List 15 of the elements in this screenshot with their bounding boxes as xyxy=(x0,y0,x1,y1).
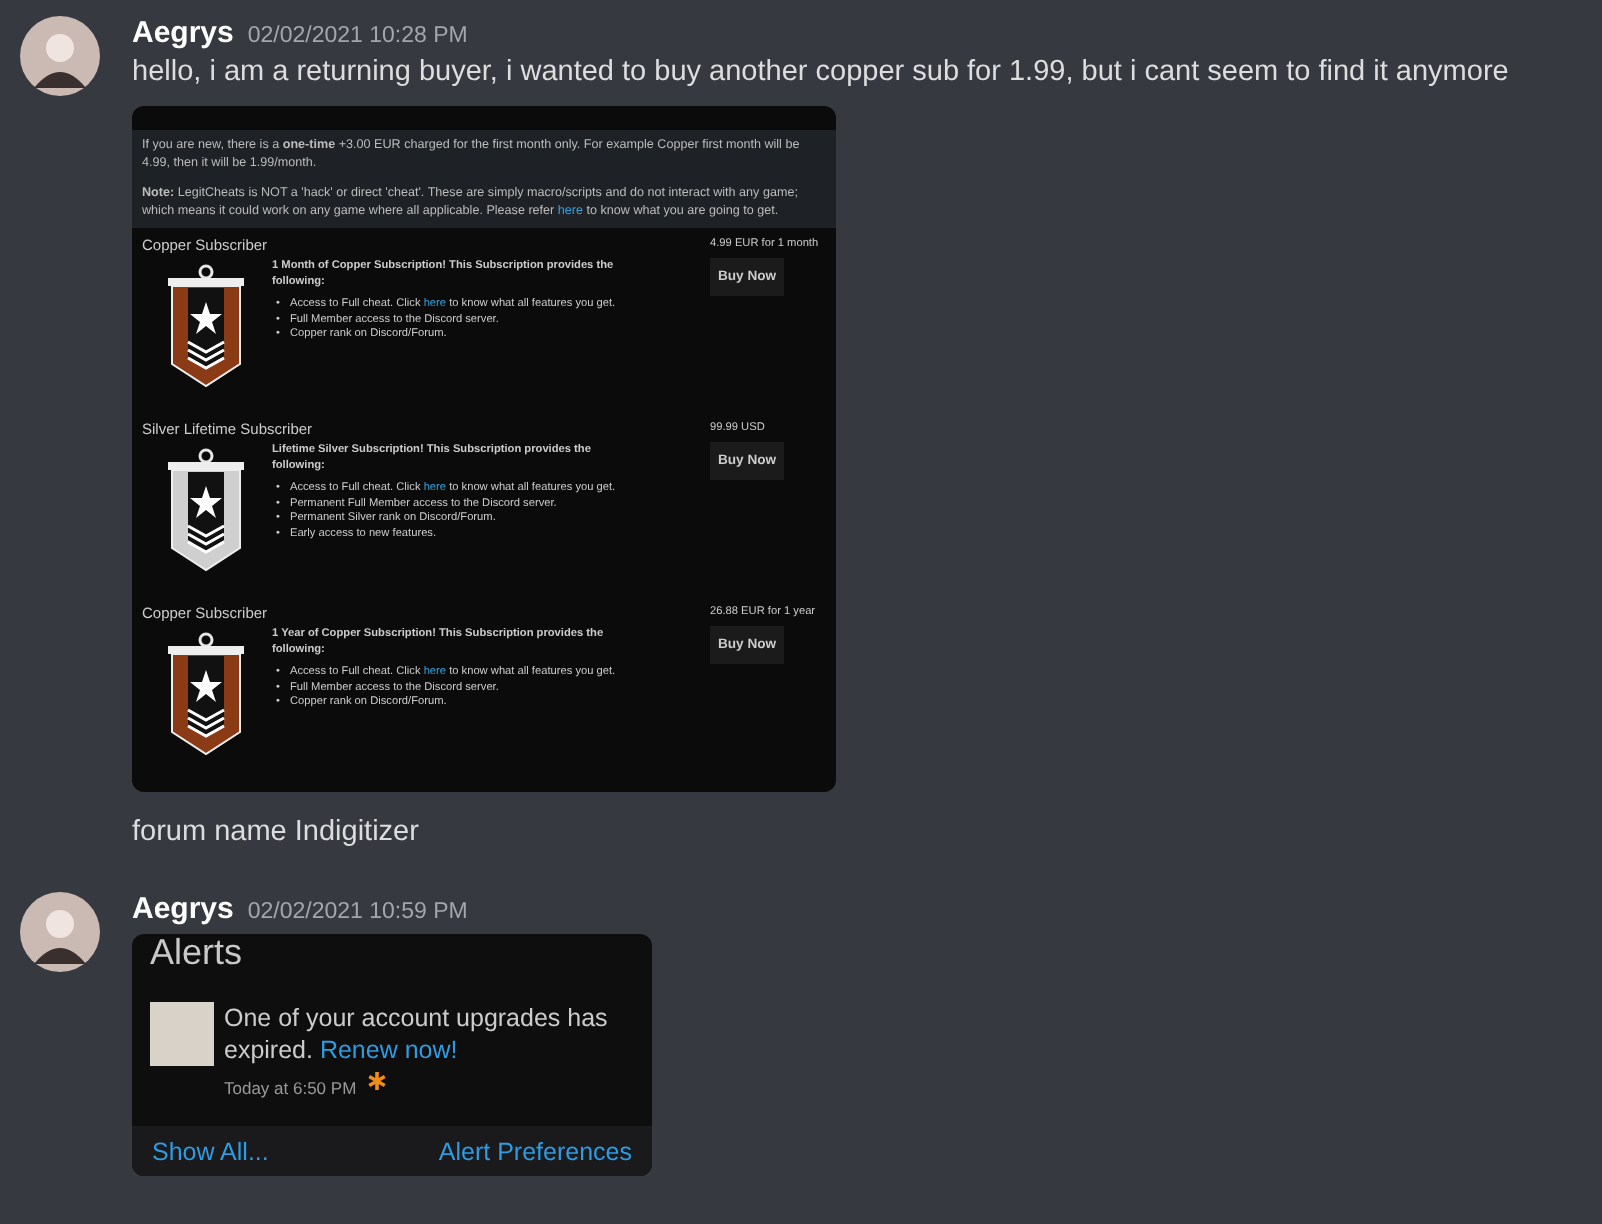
alert-time: Today at 6:50 PM xyxy=(224,1078,357,1098)
alert-message: One of your account upgrades has expired. Renew now! xyxy=(224,1002,610,1066)
message-timestamp: 02/02/2021 10:59 PM xyxy=(247,900,468,924)
alerts-title: Alerts xyxy=(148,934,245,970)
message-timestamp: 02/02/2021 10:28 PM xyxy=(247,24,468,48)
message-text: hello, i am a returning buyer, i wanted to buy another copper sub for 1.99, but i cant seem to find it anymore xyxy=(132,56,1509,88)
avatar-icon[interactable] xyxy=(20,892,100,972)
avatar-icon[interactable] xyxy=(20,16,100,96)
show-all-link[interactable]: Show All... xyxy=(152,1138,269,1166)
photo-placeholder xyxy=(150,1002,214,1066)
message-text: forum name Indigitizer xyxy=(132,816,421,848)
author-name[interactable]: Aegrys xyxy=(132,892,234,926)
alert-preferences-link[interactable]: Alert Preferences xyxy=(438,1138,632,1166)
author-name[interactable]: Aegrys xyxy=(132,16,234,50)
renew-link[interactable]: Renew now! xyxy=(319,1036,458,1064)
